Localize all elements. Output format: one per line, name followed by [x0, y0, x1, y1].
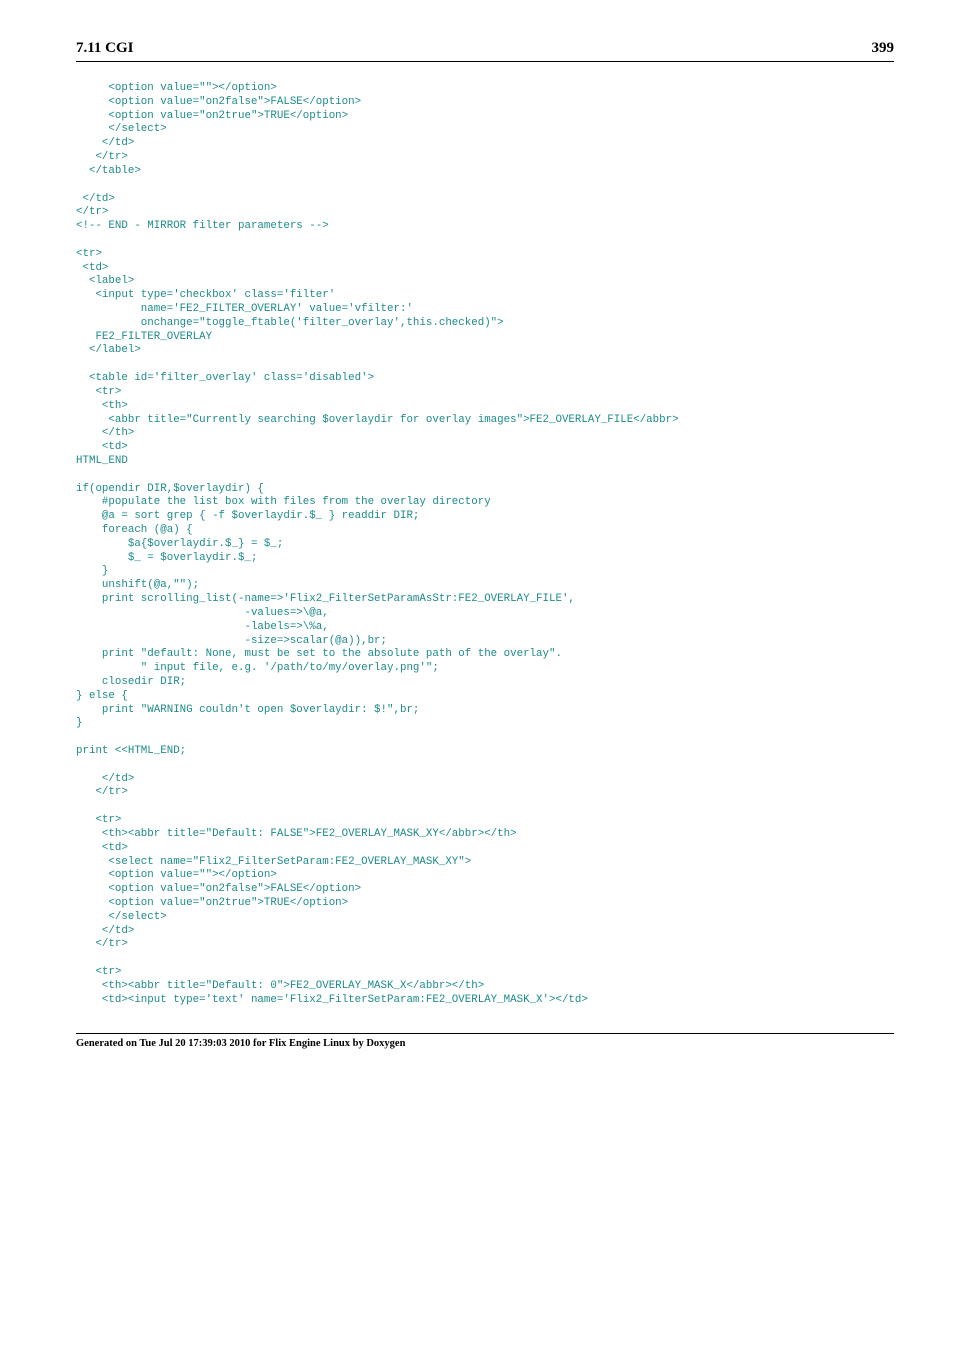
header-rule [76, 61, 894, 62]
header-section: 7.11 CGI [76, 40, 134, 57]
page: 7.11 CGI 399 <option value=""></option> … [0, 0, 954, 1350]
page-header: 7.11 CGI 399 [76, 40, 894, 57]
footer-rule [76, 1033, 894, 1034]
footer-generated: Generated on Tue Jul 20 17:39:03 2010 fo… [76, 1038, 894, 1049]
code-listing: <option value=""></option> <option value… [76, 82, 894, 1007]
header-page-number: 399 [872, 40, 895, 57]
